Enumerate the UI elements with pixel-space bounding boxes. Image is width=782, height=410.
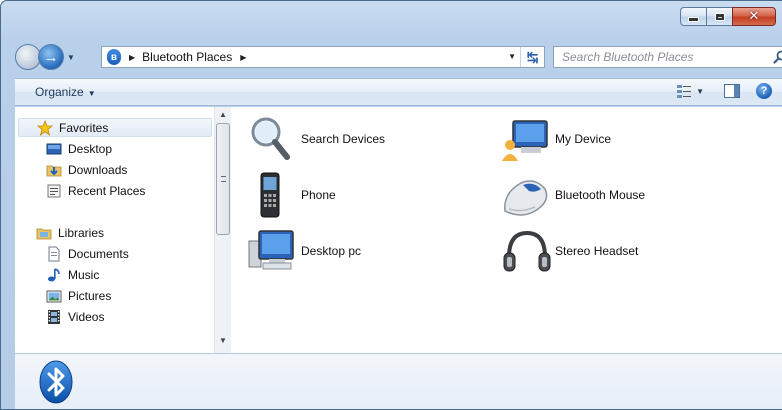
- sidebar-item-downloads[interactable]: Downloads: [15, 160, 213, 179]
- recent-places-icon: [47, 184, 61, 197]
- toolbar-right: ▼ ?: [676, 83, 772, 99]
- address-dropdown-icon[interactable]: ▼: [508, 52, 516, 61]
- navigation-bar: ← → ▼ ʙ ▶ Bluetooth Places ▶ ▼ ↹ Search …: [15, 43, 782, 71]
- minimize-icon: [688, 17, 699, 22]
- scrollbar-thumb[interactable]: [216, 123, 230, 235]
- navigation-scrollbar[interactable]: ▲ ▼: [214, 107, 231, 353]
- headset-icon: [503, 230, 551, 272]
- sidebar-item-pictures[interactable]: Pictures: [15, 286, 213, 305]
- refresh-button[interactable]: ↹: [520, 47, 544, 67]
- sidebar-item-label: Desktop: [68, 141, 113, 156]
- forward-arrow-icon: →: [43, 48, 59, 66]
- list-item-search-devices[interactable]: Search Devices: [247, 113, 385, 165]
- sidebar-item-label: Documents: [68, 246, 129, 261]
- sidebar-item-documents[interactable]: Documents: [15, 244, 213, 263]
- maximize-button[interactable]: [706, 7, 733, 26]
- phone-icon: [260, 172, 280, 218]
- refresh-icon: ↹: [526, 48, 539, 65]
- close-button[interactable]: ✕: [732, 7, 776, 26]
- breadcrumb-bluetooth-places[interactable]: Bluetooth Places: [142, 50, 232, 64]
- sidebar-item-label: Recent Places: [68, 183, 146, 198]
- sidebar-item-label: Favorites: [59, 120, 109, 135]
- item-label: Stereo Headset: [555, 244, 639, 258]
- back-arrow-icon: ←: [20, 48, 36, 66]
- search-placeholder: Search Bluetooth Places: [562, 50, 694, 64]
- preview-pane-icon[interactable]: [724, 84, 740, 98]
- film-strip-icon: [48, 309, 60, 324]
- help-icon[interactable]: ?: [756, 83, 772, 99]
- sidebar-item-label: Music: [68, 267, 100, 282]
- recent-pages-dropdown[interactable]: ▼: [67, 53, 75, 62]
- navigation-pane: Favorites Desktop Downloads Recent Place…: [15, 107, 231, 353]
- bluetooth-logo-icon: [39, 360, 73, 404]
- search-input[interactable]: Search Bluetooth Places: [553, 46, 782, 68]
- file-list: Search Devices My Device Phone Bluetooth…: [233, 107, 782, 353]
- item-label: Bluetooth Mouse: [555, 188, 646, 202]
- view-options-dropdown-icon[interactable]: ▼: [696, 87, 704, 96]
- command-bar: Organize ▼ ▼ ?: [15, 78, 782, 106]
- desktop-icon: [46, 143, 62, 154]
- downloads-folder-icon: [46, 165, 62, 176]
- grip-icon: [221, 176, 226, 182]
- chevron-down-icon: ▼: [87, 89, 96, 98]
- mouse-icon: [504, 180, 548, 216]
- explorer-window: ✕ ← → ▼ ʙ ▶ Bluetooth Places ▶ ▼ ↹ Searc…: [0, 0, 782, 410]
- item-label: Phone: [301, 188, 336, 202]
- star-icon: [37, 119, 53, 136]
- pictures-icon: [46, 290, 62, 302]
- item-label: Desktop pc: [301, 244, 362, 258]
- desktop-pc-icon: [248, 230, 294, 270]
- list-item-my-device[interactable]: My Device: [501, 113, 611, 165]
- sidebar-item-music[interactable]: Music: [15, 265, 213, 284]
- address-bar[interactable]: ʙ ▶ Bluetooth Places ▶ ▼ ↹: [101, 46, 545, 68]
- libraries-folder-icon: [36, 228, 52, 239]
- list-item-stereo-headset[interactable]: Stereo Headset: [501, 225, 638, 277]
- list-item-desktop-pc[interactable]: Desktop pc: [247, 225, 361, 277]
- sidebar-item-libraries[interactable]: Libraries: [15, 223, 213, 242]
- search-icon[interactable]: [773, 50, 782, 64]
- minimize-button[interactable]: [680, 7, 707, 26]
- breadcrumb-separator-icon[interactable]: ▶: [129, 53, 135, 62]
- content-area: Favorites Desktop Downloads Recent Place…: [15, 107, 782, 353]
- scroll-down-icon[interactable]: ▼: [215, 333, 231, 349]
- change-view-icon[interactable]: [676, 83, 692, 99]
- list-item-bluetooth-mouse[interactable]: Bluetooth Mouse: [501, 169, 645, 221]
- sidebar-item-label: Libraries: [58, 225, 105, 240]
- caption-buttons: ✕: [680, 7, 776, 26]
- maximize-icon: [714, 12, 725, 21]
- sidebar-item-favorites[interactable]: Favorites: [18, 118, 212, 137]
- documents-icon: [48, 246, 60, 261]
- sidebar-item-desktop[interactable]: Desktop: [15, 139, 213, 158]
- sidebar-item-label: Downloads: [68, 162, 128, 177]
- magnifier-icon: [251, 117, 290, 160]
- item-label: Search Devices: [301, 132, 386, 146]
- my-device-icon: [502, 120, 548, 161]
- breadcrumb-separator-icon[interactable]: ▶: [240, 53, 246, 62]
- item-label: My Device: [555, 132, 612, 146]
- list-item-phone[interactable]: Phone: [247, 169, 336, 221]
- sidebar-item-recent-places[interactable]: Recent Places: [15, 181, 213, 200]
- sidebar-item-videos[interactable]: Videos: [15, 307, 213, 326]
- forward-button[interactable]: →: [38, 44, 64, 70]
- sidebar-item-label: Videos: [68, 309, 105, 324]
- details-pane: [15, 353, 782, 409]
- music-note-icon: [48, 267, 60, 281]
- bluetooth-icon: ʙ: [107, 49, 121, 65]
- scroll-up-icon[interactable]: ▲: [215, 107, 231, 123]
- close-icon: ✕: [748, 9, 760, 24]
- organize-label: Organize: [35, 85, 84, 99]
- organize-button[interactable]: Organize ▼: [35, 85, 96, 99]
- sidebar-item-label: Pictures: [68, 288, 112, 303]
